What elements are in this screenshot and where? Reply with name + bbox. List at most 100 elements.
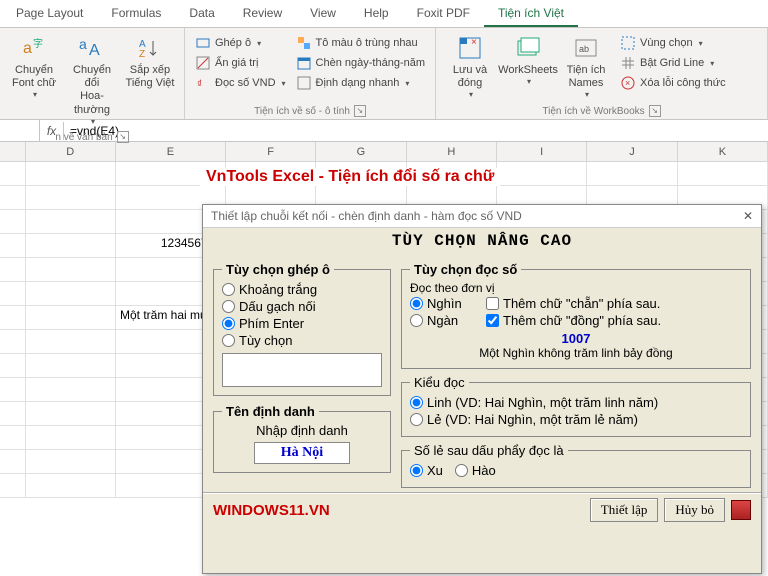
label: Sắp xếp Tiếng Việt: [126, 64, 175, 90]
highlight-dup-icon: [296, 35, 312, 51]
col-header[interactable]: I: [497, 142, 587, 161]
sample-text: Một Nghìn không trăm linh bảy đồng: [410, 346, 742, 360]
sample-number: 1007: [410, 331, 742, 346]
svg-text:×: ×: [625, 78, 630, 88]
dialog-titlebar[interactable]: Thiết lập chuỗi kết nối - chèn định danh…: [203, 205, 761, 228]
worksheets-icon: [514, 34, 542, 62]
group-label: n về văn bản: [55, 132, 112, 143]
btn-vung-chon[interactable]: Vùng chọn: [616, 34, 730, 52]
group-so-le: Số lẻ sau dấu phẩy đọc là Xu Hào: [401, 443, 751, 488]
legend: Tùy chọn đọc số: [410, 262, 521, 277]
col-header[interactable]: J: [587, 142, 677, 161]
svg-text:₫: ₫: [197, 79, 202, 90]
tab-view[interactable]: View: [296, 0, 350, 27]
close-icon[interactable]: ✕: [743, 209, 753, 223]
grid-icon: [620, 55, 636, 71]
btn-tien-ich-names[interactable]: ab Tiện ích Names: [558, 30, 614, 104]
btn-chuyen-doi-hoa-thuong[interactable]: aA Chuyển đổi Hoa-thường: [64, 30, 120, 130]
radio-ngan[interactable]: Ngàn: [410, 312, 480, 329]
svg-text:a: a: [79, 36, 87, 52]
radio-linh[interactable]: Linh (VD: Hai Nghìn, một trăm linh năm): [410, 394, 742, 411]
col-header[interactable]: G: [316, 142, 406, 161]
calendar-icon: [296, 55, 312, 71]
chk-them-chan[interactable]: Thêm chữ "chẵn" phía sau.: [486, 295, 661, 312]
dialog-title-text: Thiết lập chuỗi kết nối - chèn định danh…: [211, 209, 522, 223]
svg-text:×: ×: [471, 37, 477, 48]
vntools-title: VnTools Excel - Tiện ích đổi số ra chữ: [200, 168, 500, 186]
radio-tuy-chon[interactable]: Tùy chọn: [222, 332, 382, 349]
btn-chuyen-font[interactable]: a字 Chuyển Font chữ: [6, 30, 62, 130]
col-header[interactable]: K: [678, 142, 768, 161]
radio-xu[interactable]: Xu: [410, 462, 443, 479]
tab-review[interactable]: Review: [229, 0, 296, 27]
custom-separator-input[interactable]: [222, 353, 382, 387]
ribbon-tabs: Page Layout Formulas Data Review View He…: [0, 0, 768, 28]
dialog-launcher-icon[interactable]: ↘: [354, 105, 366, 117]
ribbon-group-workbooks: × Lưu và đóng WorkSheets ab Tiện ích Nam…: [436, 28, 768, 119]
clear-error-icon: ×: [620, 75, 636, 91]
names-icon: ab: [572, 34, 600, 62]
case-icon: aA: [78, 34, 106, 62]
dialog-launcher-icon[interactable]: ↘: [117, 131, 129, 143]
ribbon-group-number-cell: Ghép ô Ẩn giá trị ₫Đọc số VND Tô màu ô t…: [185, 28, 436, 119]
btn-dinh-dang-nhanh[interactable]: Định dạng nhanh: [292, 74, 429, 92]
btn-worksheets[interactable]: WorkSheets: [500, 30, 556, 104]
btn-an-gia-tri[interactable]: Ẩn giá trị: [191, 54, 290, 72]
hide-icon: [195, 55, 211, 71]
exit-icon[interactable]: [731, 500, 751, 520]
btn-bat-gridline[interactable]: Bật Grid Line: [616, 54, 730, 72]
legend: Kiểu đọc: [410, 375, 469, 390]
svg-text:a: a: [23, 40, 32, 57]
legend: Tùy chọn ghép ô: [222, 262, 334, 277]
selection-icon: [620, 35, 636, 51]
radio-le[interactable]: Lẻ (VD: Hai Nghìn, một trăm lẻ năm): [410, 411, 742, 428]
group-doc-theo-don-vi: Đọc theo đơn vị Nghìn Ngàn Thêm chữ "chẵ…: [410, 281, 742, 360]
tab-formulas[interactable]: Formulas: [97, 0, 175, 27]
radio-khoang-trang[interactable]: Khoảng trắng: [222, 281, 382, 298]
label: Lưu và đóng: [453, 64, 487, 90]
tab-page-layout[interactable]: Page Layout: [2, 0, 97, 27]
btn-ghep-o[interactable]: Ghép ô: [191, 34, 290, 52]
radio-dau-gach-noi[interactable]: Dấu gạch nối: [222, 298, 382, 315]
svg-text:字: 字: [33, 37, 43, 50]
tab-data[interactable]: Data: [175, 0, 228, 27]
col-header[interactable]: F: [226, 142, 316, 161]
group-label: Tiện ích về WorkBooks: [542, 106, 644, 117]
radio-nghin[interactable]: Nghìn: [410, 295, 480, 312]
radio-phim-enter[interactable]: Phím Enter: [222, 315, 382, 332]
legend: Số lẻ sau dấu phẩy đọc là: [410, 443, 568, 458]
label: WorkSheets: [498, 64, 558, 77]
chk-them-dong[interactable]: Thêm chữ "đồng" phía sau.: [486, 312, 661, 329]
btn-xoa-loi-cong-thuc[interactable]: ×Xóa lỗi công thức: [616, 74, 730, 92]
col-header[interactable]: H: [407, 142, 497, 161]
btn-doc-so-vnd[interactable]: ₫Đọc số VND: [191, 74, 290, 92]
label: Chuyển Font chữ: [12, 64, 56, 90]
font-icon: a字: [20, 34, 48, 62]
legend: Đọc theo đơn vị: [406, 281, 499, 295]
merge-icon: [195, 35, 211, 51]
group-kieu-doc: Kiểu đọc Linh (VD: Hai Nghìn, một trăm l…: [401, 375, 751, 437]
tab-tien-ich-viet[interactable]: Tiện ích Việt: [484, 0, 578, 27]
save-close-icon: ×: [456, 34, 484, 62]
tab-help[interactable]: Help: [350, 0, 403, 27]
dialog-launcher-icon[interactable]: ↘: [649, 105, 661, 117]
dialog-tuy-chon-nang-cao: Thiết lập chuỗi kết nối - chèn định danh…: [202, 204, 762, 574]
radio-hao[interactable]: Hào: [455, 462, 496, 479]
tab-foxit-pdf[interactable]: Foxit PDF: [403, 0, 484, 27]
brand-link[interactable]: WINDOWS11.VN: [213, 502, 330, 519]
dialog-footer: WINDOWS11.VN Thiết lập Hủy bỏ: [203, 492, 761, 526]
btn-chen-ngay[interactable]: Chèn ngày-tháng-năm: [292, 54, 429, 72]
btn-thiet-lap[interactable]: Thiết lập: [590, 498, 659, 522]
btn-huy-bo[interactable]: Hủy bỏ: [664, 498, 725, 522]
format-icon: [296, 75, 312, 91]
svg-text:ab: ab: [579, 44, 589, 54]
btn-sap-xep-tieng-viet[interactable]: AZ Sắp xếp Tiếng Việt: [122, 30, 178, 130]
btn-to-mau-trung[interactable]: Tô màu ô trùng nhau: [292, 34, 429, 52]
label: Tiện ích Names: [567, 64, 606, 90]
svg-text:A: A: [89, 42, 100, 59]
sort-icon: AZ: [136, 34, 164, 62]
dinh-danh-input[interactable]: [254, 442, 350, 464]
btn-luu-va-dong[interactable]: × Lưu và đóng: [442, 30, 498, 104]
label: Nhập định danh: [222, 423, 382, 438]
group-tuy-chon-doc-so: Tùy chọn đọc số Đọc theo đơn vị Nghìn Ng…: [401, 262, 751, 369]
